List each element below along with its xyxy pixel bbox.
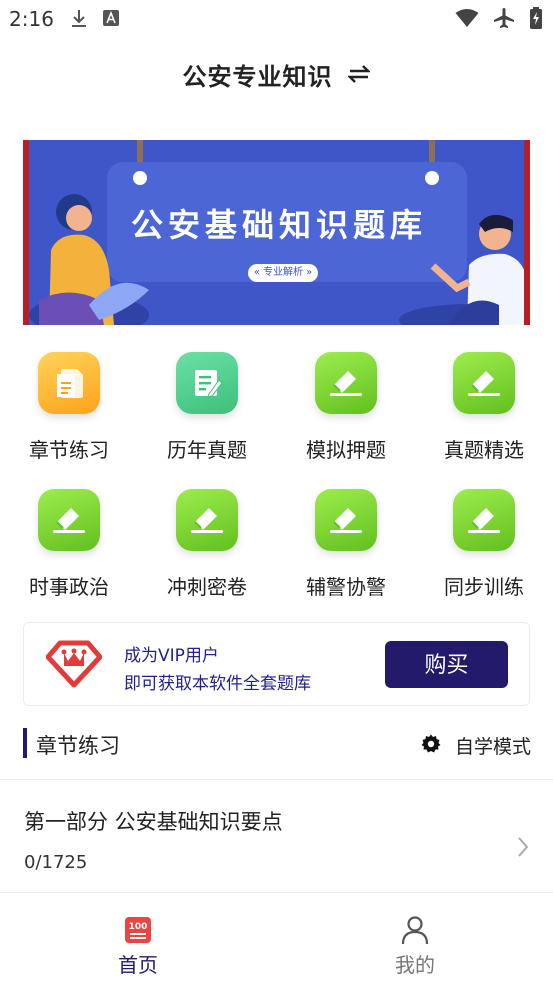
study-mode-label: 自学模式 xyxy=(454,736,531,758)
vip-title: 成为VIP用户 xyxy=(124,646,219,666)
grid-item-sprint-papers[interactable]: 冲刺密卷 xyxy=(146,487,266,607)
nav-item-mine[interactable]: 我的 xyxy=(277,893,553,983)
bottom-nav: 100 首页 我的 xyxy=(0,893,553,983)
swap-arrows-icon[interactable] xyxy=(347,62,371,86)
app-header: 公安专业知识 xyxy=(0,50,553,98)
nav-label-mine: 我的 xyxy=(395,953,435,977)
gear-icon xyxy=(421,734,441,758)
download-icon xyxy=(70,9,88,33)
nav-item-home[interactable]: 100 首页 xyxy=(0,893,276,983)
eraser-icon xyxy=(453,352,515,414)
grid-label: 历年真题 xyxy=(167,438,247,462)
grid-label: 模拟押题 xyxy=(306,438,386,462)
promo-banner[interactable]: 公安基础知识题库 « 专业解析 » xyxy=(23,140,530,325)
grid-item-past-exams[interactable]: 历年真题 xyxy=(146,350,266,470)
status-time: 2:16 xyxy=(9,7,54,31)
battery-charging-icon xyxy=(529,7,543,33)
user-icon xyxy=(399,915,431,947)
chapter-title: 第一部分 公安基础知识要点 xyxy=(24,810,283,834)
crown-gem-icon xyxy=(45,639,103,689)
edit-note-icon xyxy=(176,352,238,414)
chevron-right-icon xyxy=(517,836,529,862)
grid-item-chapter-practice[interactable]: 章节练习 xyxy=(8,350,128,470)
eraser-icon xyxy=(176,489,238,551)
document-icon xyxy=(38,352,100,414)
keyboard-a-icon xyxy=(102,9,120,33)
grid-item-sync-training[interactable]: 同步训练 xyxy=(423,487,543,607)
grid-item-current-affairs[interactable]: 时事政治 xyxy=(8,487,128,607)
chapter-progress: 0/1725 xyxy=(24,852,88,873)
grid-item-auxiliary-police[interactable]: 辅警协警 xyxy=(285,487,405,607)
nav-label-home: 首页 xyxy=(118,953,158,977)
section-accent-bar xyxy=(23,728,27,758)
home-100-icon: 100 xyxy=(122,915,154,947)
grid-label: 真题精选 xyxy=(444,438,524,462)
grid-label: 同步训练 xyxy=(444,575,524,599)
eraser-icon xyxy=(315,489,377,551)
vip-subtitle: 即可获取本软件全套题库 xyxy=(124,674,311,694)
grid-item-selected-exams[interactable]: 真题精选 xyxy=(423,350,543,470)
grid-label: 辅警协警 xyxy=(306,575,386,599)
wifi-icon xyxy=(455,8,479,32)
eraser-icon xyxy=(38,489,100,551)
banner-chip: « 专业解析 » xyxy=(248,264,318,282)
grid-label: 章节练习 xyxy=(29,438,109,462)
grid-label: 冲刺密卷 xyxy=(167,575,247,599)
section-header: 章节练习 自学模式 xyxy=(0,722,553,766)
section-title: 章节练习 xyxy=(36,734,120,758)
study-mode-toggle[interactable]: 自学模式 xyxy=(421,732,531,759)
grid-label: 时事政治 xyxy=(29,575,109,599)
list-item-chapter[interactable]: 第一部分 公安基础知识要点 0/1725 xyxy=(0,780,553,892)
eraser-icon xyxy=(315,352,377,414)
grid-item-mock-exam[interactable]: 模拟押题 xyxy=(285,350,405,470)
airplane-icon xyxy=(493,7,515,33)
vip-promo-card: 成为VIP用户 即可获取本软件全套题库 购买 xyxy=(23,622,530,706)
status-bar: 2:16 xyxy=(0,0,553,38)
buy-button[interactable]: 购买 xyxy=(385,641,508,688)
home-badge-text: 100 xyxy=(129,922,148,932)
banner-title: 公安基础知识题库 xyxy=(130,206,427,244)
page-title: 公安专业知识 xyxy=(182,62,333,91)
eraser-icon xyxy=(453,489,515,551)
